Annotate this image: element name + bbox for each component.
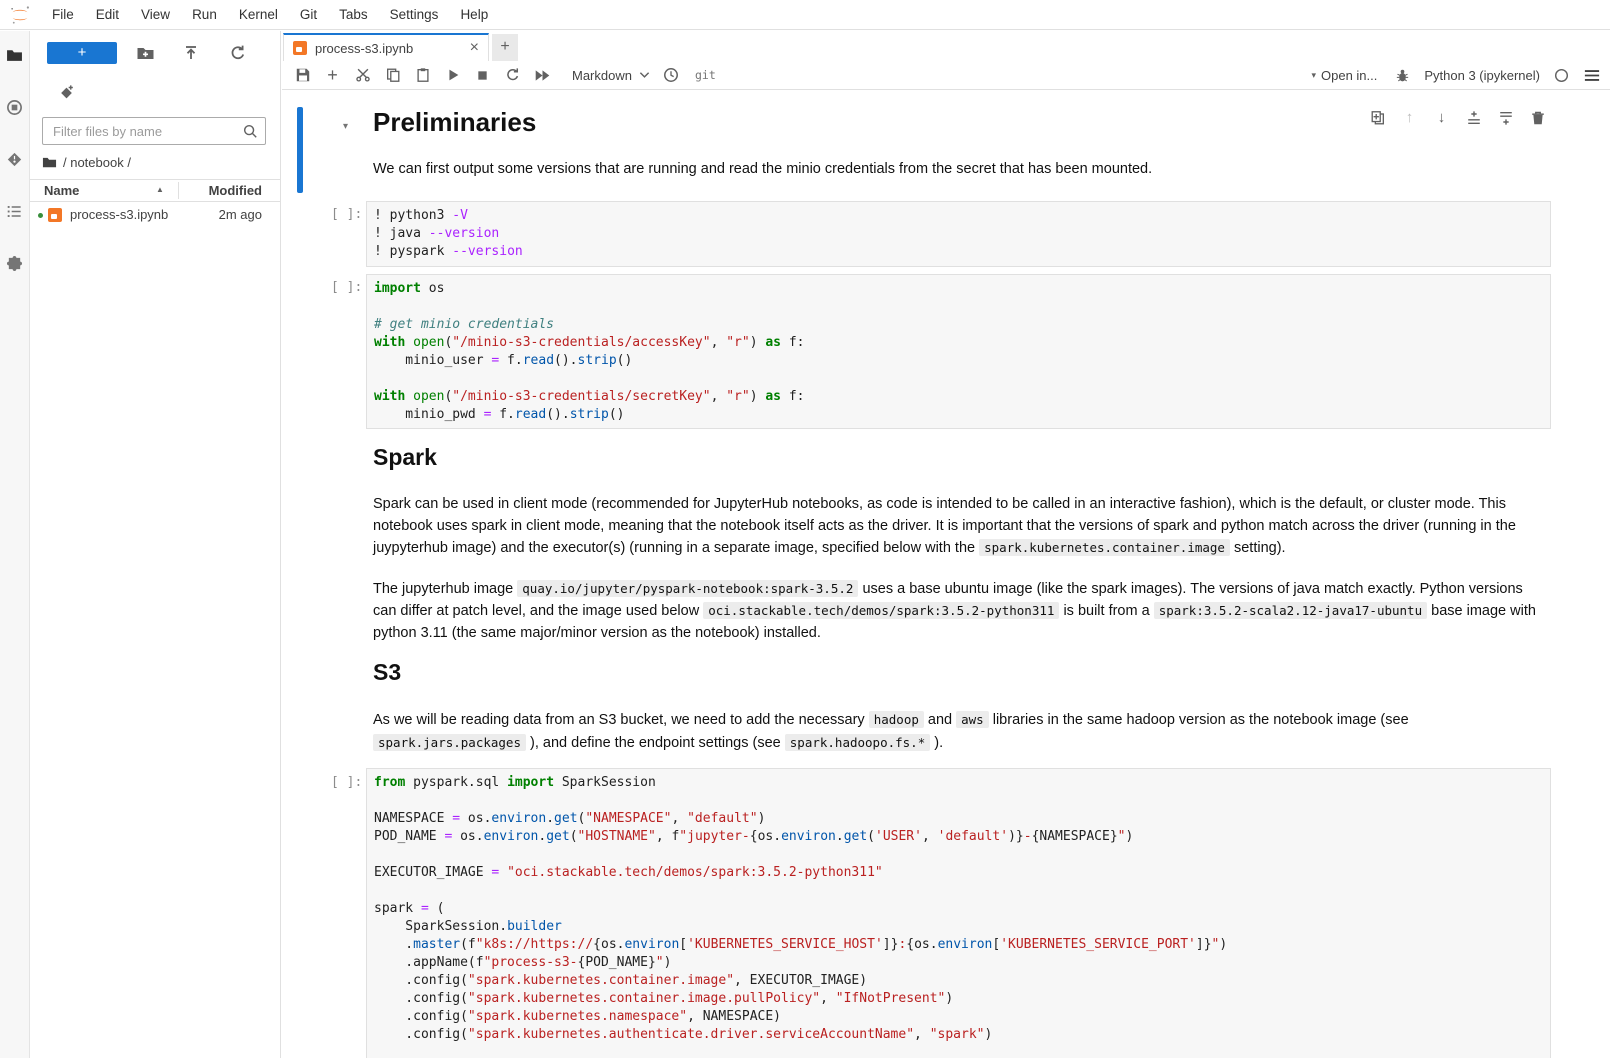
menu-help[interactable]: Help	[449, 0, 499, 29]
delete-cell-icon[interactable]	[1529, 109, 1546, 126]
sidebar-tab-git[interactable]	[0, 137, 30, 181]
column-modified[interactable]: Modified	[209, 183, 262, 198]
cell-type-value: Markdown	[572, 68, 632, 83]
caret-down-icon: ▾	[1311, 70, 1316, 81]
file-name: process-s3.ipynb	[70, 207, 168, 222]
menu-git[interactable]: Git	[289, 0, 328, 29]
markdown-cell-s3[interactable]: S3 As we will be reading data from an S3…	[373, 657, 1538, 754]
refresh-file-list-button[interactable]	[229, 44, 247, 62]
markdown-cell-preliminaries[interactable]: Preliminaries We can first output some v…	[373, 106, 1538, 181]
breadcrumb[interactable]: / notebook /	[42, 153, 131, 171]
heading-s3: S3	[373, 657, 1538, 687]
breadcrumb-path[interactable]: / notebook /	[63, 155, 131, 170]
file-browser-panel: + / notebook / Name ▲ Modified process-s…	[30, 31, 281, 1058]
insert-cell-below-icon[interactable]	[1497, 109, 1514, 126]
file-row[interactable]: process-s3.ipynb 2m ago	[30, 203, 280, 227]
new-folder-button[interactable]	[136, 44, 154, 62]
paragraph: As we will be reading data from an S3 bu…	[373, 709, 1538, 754]
paragraph: Spark can be used in client mode (recomm…	[373, 494, 1538, 560]
cell-type-dropdown[interactable]: Markdown	[572, 68, 650, 83]
notebook-file-icon	[48, 208, 62, 222]
sidebar-tab-extensions[interactable]	[0, 241, 30, 285]
menu-settings[interactable]: Settings	[379, 0, 450, 29]
cell-prompt: [ ]:	[331, 207, 363, 222]
menu-kernel[interactable]: Kernel	[228, 0, 289, 29]
cut-cells-button[interactable]	[354, 67, 371, 84]
close-tab-icon[interactable]: ×	[470, 41, 479, 55]
folder-icon	[6, 47, 23, 64]
jupyter-logo-icon	[9, 4, 31, 26]
menu-run[interactable]: Run	[181, 0, 228, 29]
file-filter-input[interactable]	[42, 117, 266, 145]
column-divider	[178, 182, 179, 199]
duplicate-cell-icon[interactable]	[1369, 109, 1386, 126]
open-in-dropdown[interactable]: ▾ Open in...	[1311, 68, 1377, 83]
file-filter	[42, 117, 266, 145]
insert-cell-above-icon[interactable]	[1465, 109, 1482, 126]
kernel-status-icon[interactable]	[1553, 67, 1570, 84]
file-modified: 2m ago	[219, 207, 262, 222]
sidebar-tab-table-of-contents[interactable]	[0, 189, 30, 233]
search-icon	[242, 123, 258, 139]
git-icon	[6, 151, 23, 168]
heading-preliminaries: Preliminaries	[373, 106, 1538, 138]
notebook-content: ▾ Preliminaries We can first output some…	[282, 90, 1610, 1058]
table-of-contents-icon	[6, 203, 23, 220]
notebook-tab[interactable]: process-s3.ipynb ×	[283, 33, 489, 61]
cell-prompt: [ ]:	[331, 775, 363, 790]
heading-collapser-icon[interactable]: ▾	[343, 121, 348, 132]
notebook-tab-icon	[293, 41, 307, 55]
interrupt-kernel-button[interactable]	[474, 67, 491, 84]
save-button[interactable]	[294, 67, 311, 84]
sidebar-tab-running-kernels[interactable]	[0, 85, 30, 129]
new-launcher-button[interactable]: +	[47, 42, 117, 64]
running-status-dot	[38, 213, 43, 218]
hamburger-menu-icon[interactable]	[1583, 67, 1600, 84]
menu-view[interactable]: View	[130, 0, 181, 29]
restart-and-run-all-button[interactable]	[534, 67, 551, 84]
heading-spark: Spark	[373, 442, 1538, 472]
menu-tabs[interactable]: Tabs	[328, 0, 379, 29]
main-area: process-s3.ipynb × + + Markdown	[282, 31, 1610, 1058]
paste-cells-button[interactable]	[414, 67, 431, 84]
chevron-down-icon	[639, 71, 650, 79]
sidebar-tab-file-browser[interactable]	[0, 33, 30, 77]
restart-kernel-button[interactable]	[504, 67, 521, 84]
move-cell-up-icon[interactable]: ↑	[1401, 109, 1418, 126]
kernel-name-button[interactable]: Python 3 (ipykernel)	[1424, 68, 1540, 83]
paragraph: We can first output some versions that a…	[373, 159, 1538, 181]
copy-cells-button[interactable]	[384, 67, 401, 84]
menu-edit[interactable]: Edit	[85, 0, 130, 29]
cell-toolbar: ↑ ↓	[1369, 109, 1546, 126]
paragraph: The jupyterhub image quay.io/jupyter/pys…	[373, 578, 1538, 645]
menu-bar: File Edit View Run Kernel Git Tabs Setti…	[0, 0, 1610, 30]
menu-file[interactable]: File	[41, 0, 85, 29]
open-in-label: Open in...	[1321, 68, 1377, 83]
running-kernels-icon	[6, 99, 23, 116]
tab-title: process-s3.ipynb	[315, 41, 462, 56]
markdown-cell-spark[interactable]: Spark Spark can be used in client mode (…	[373, 442, 1538, 644]
code-cell-spark-session[interactable]: from pyspark.sql import SparkSession NAM…	[366, 768, 1551, 1058]
cell-prompt: [ ]:	[331, 280, 363, 295]
code-cell-minio-credentials[interactable]: import os # get minio credentialswith op…	[366, 274, 1551, 429]
selected-cell-indicator[interactable]	[297, 107, 303, 193]
execution-history-icon[interactable]	[663, 67, 680, 84]
run-cell-button[interactable]	[444, 67, 461, 84]
file-list-header: Name ▲ Modified	[30, 179, 280, 202]
insert-cell-button[interactable]: +	[324, 67, 341, 84]
new-tab-button[interactable]: +	[492, 34, 518, 61]
sort-ascending-icon[interactable]: ▲	[156, 185, 164, 194]
git-toolbar-label: git	[695, 68, 716, 82]
puzzle-icon	[6, 255, 23, 272]
code-cell-versions[interactable]: ! python3 -V! java --version! pyspark --…	[366, 201, 1551, 267]
left-sidebar-rail	[0, 31, 30, 1058]
notebook-toolbar: + Markdown git ▾	[282, 61, 1610, 90]
upload-files-button[interactable]	[182, 44, 200, 62]
git-clone-button[interactable]	[58, 84, 75, 101]
debugger-bug-icon[interactable]	[1394, 67, 1411, 84]
home-folder-icon[interactable]	[42, 155, 57, 170]
move-cell-down-icon[interactable]: ↓	[1433, 109, 1450, 126]
column-name[interactable]: Name	[44, 183, 79, 198]
